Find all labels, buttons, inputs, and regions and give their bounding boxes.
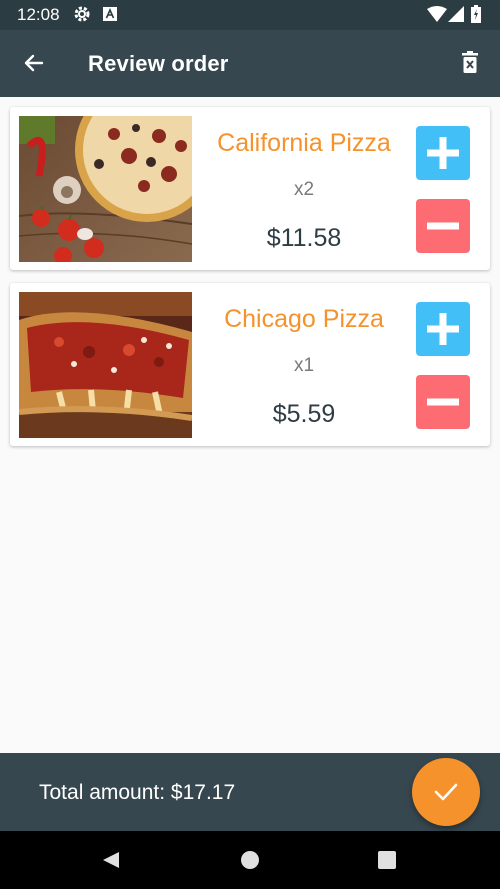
plus-icon [427, 313, 459, 345]
app-bar: Review order [0, 30, 500, 97]
minus-icon [427, 398, 459, 406]
item-price: $5.59 [272, 400, 336, 428]
item-quantity: x2 [293, 179, 315, 200]
page-title: Review order [88, 51, 229, 76]
status-time: 12:08 [17, 5, 60, 24]
nav-home-icon[interactable] [240, 850, 260, 875]
status-bar: 12:08 [0, 0, 500, 30]
wifi-icon [427, 6, 447, 27]
confirm-order-button[interactable] [412, 758, 480, 826]
increase-quantity-button[interactable] [416, 302, 470, 356]
a-badge-icon [103, 7, 117, 26]
plus-icon [427, 137, 459, 169]
item-name: California Pizza [217, 129, 391, 157]
nav-recents-icon[interactable] [378, 851, 396, 874]
settings-icon [73, 5, 91, 28]
total-amount: Total amount: $17.17 [39, 781, 236, 804]
signal-icon [448, 6, 464, 27]
check-icon [434, 783, 458, 801]
item-price: $11.58 [266, 224, 342, 252]
battery-icon [471, 5, 481, 28]
trash-icon[interactable] [459, 51, 481, 80]
order-item-card: Chicago Pizza x1 $5.59 [10, 283, 490, 446]
minus-icon [427, 222, 459, 230]
item-name: Chicago Pizza [224, 305, 384, 333]
chicago-pizza-image [19, 292, 192, 438]
increase-quantity-button[interactable] [416, 126, 470, 180]
decrease-quantity-button[interactable] [416, 375, 470, 429]
decrease-quantity-button[interactable] [416, 199, 470, 253]
nav-back-icon[interactable] [101, 850, 121, 875]
california-pizza-image [19, 116, 192, 262]
system-nav-bar [0, 831, 500, 889]
item-quantity: x1 [293, 355, 315, 376]
order-item-card: California Pizza x2 $11.58 [10, 107, 490, 270]
back-arrow-icon[interactable] [22, 51, 46, 80]
